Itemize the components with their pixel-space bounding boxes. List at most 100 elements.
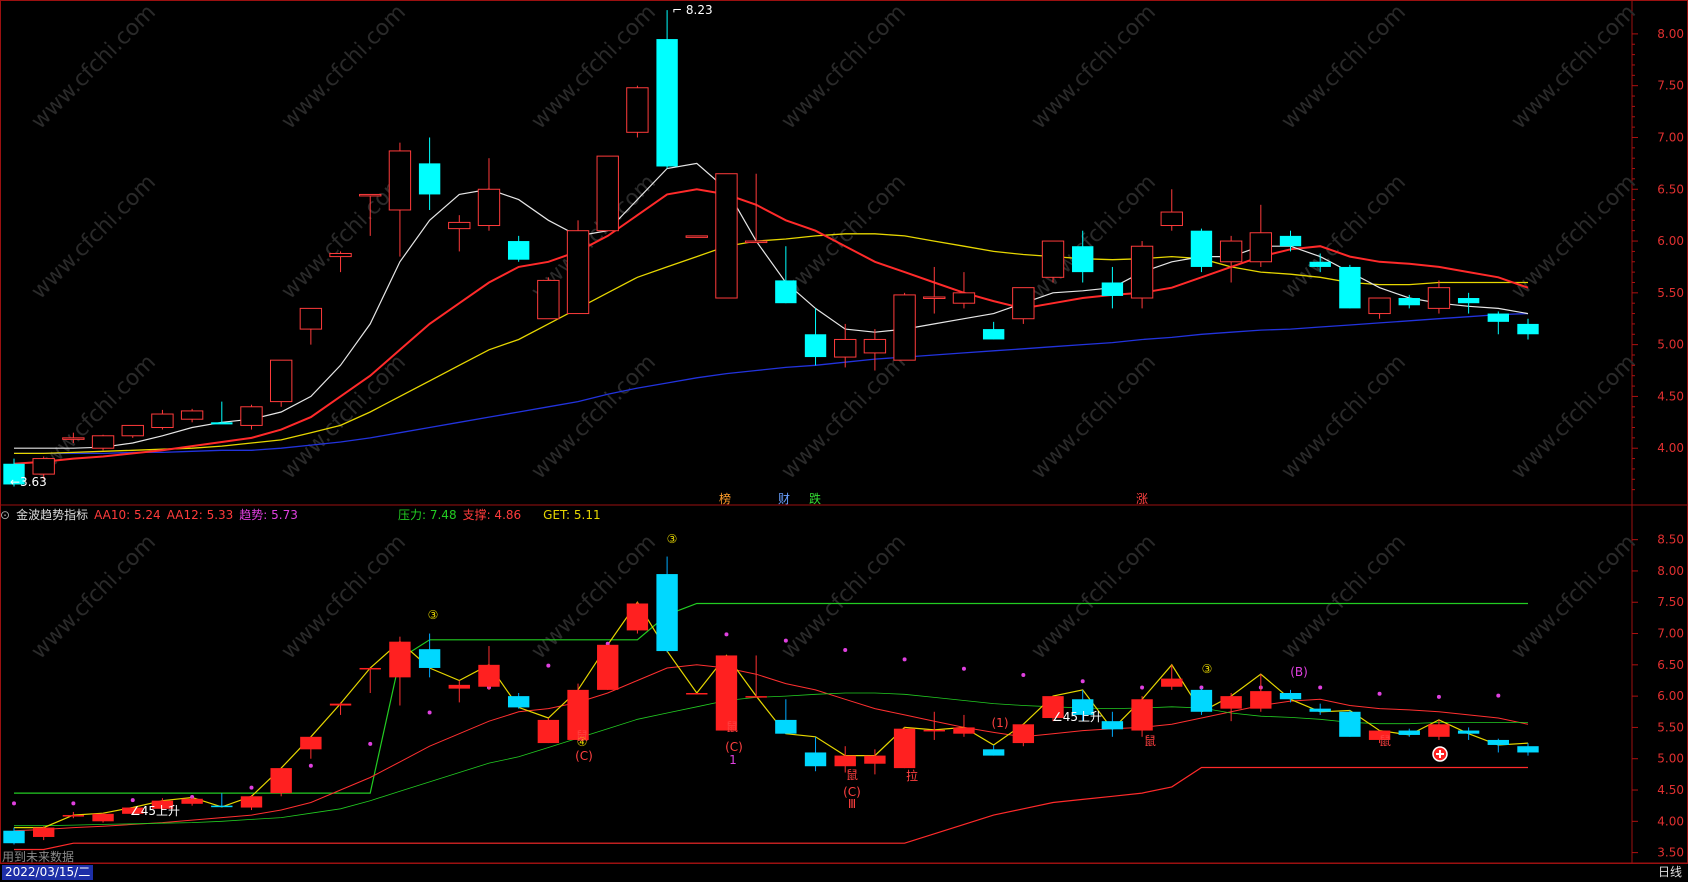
watermark-text: www.cfchi.com [1507,0,1641,134]
trend-dot [71,801,76,806]
trend-dot [724,632,729,637]
indicator-header-right: 压力: 7.48 支撑: 4.86 GET: 5.11 [398,506,607,524]
axis-label: 6.50 [1657,658,1684,672]
price-axis-top: 8.00 7.50 7.00 6.50 6.00 5.50 5.00 4.50 4.00 [1632,27,1684,491]
indicator-body [1190,689,1213,712]
indicator-label: ③ [667,532,678,546]
indicator-label: (C) [725,740,743,754]
candle-body [626,87,649,133]
axis-label: 6.00 [1657,689,1684,703]
candle-body [1130,245,1154,299]
candle-body [269,359,293,403]
candle-body [448,221,471,230]
candle-body [1041,240,1065,278]
candle-body [1487,313,1510,322]
axis-label: 8.50 [1657,533,1684,547]
aa10-value: AA10: 5.24 [94,508,161,522]
indicator-label: ③ [1202,662,1213,676]
axis-label: 6.00 [1657,234,1684,248]
indicator-body [418,649,441,668]
min-price-label: ←3.63 [10,475,47,489]
indicator-body [745,696,767,698]
indicator-body [923,729,945,732]
axis-label: 8.00 [1657,564,1684,578]
indicator-body [893,728,916,769]
indicator-label: ③ [428,608,439,622]
watermark-text: www.cfchi.com [777,0,911,134]
indicator-body [389,641,411,678]
watermark-text: www.cfchi.com [1507,170,1641,304]
indicator-label: 鼠 [726,720,738,734]
candle-body [1160,211,1183,227]
indicator-body [775,719,797,734]
candle-body [388,150,412,211]
indicator-label: 鼠 [1379,734,1391,748]
axis-label: 4.00 [1657,814,1684,828]
max-price-label: ⌐ 8.23 [672,3,713,17]
ma60-line [14,312,1529,455]
candle-body [982,329,1005,340]
period-label[interactable]: 日线 [1658,865,1682,880]
indicator-label: 1 [729,753,737,767]
candle-body [1457,298,1480,304]
watermark-text: www.cfchi.com [527,350,661,484]
collapse-icon[interactable]: ⊙ [0,508,10,522]
candle-body [804,334,827,358]
watermark-text: www.cfchi.com [277,0,411,134]
event-marker: 跌 [809,491,821,506]
watermark-text: www.cfchi.com [1027,350,1161,484]
watermark-text: www.cfchi.com [1277,530,1411,664]
trend-dot [961,666,966,671]
trend-dot [249,785,254,790]
candle-body [1339,266,1361,309]
axis-label: 4.50 [1657,389,1684,403]
candle-body [1427,287,1451,309]
candle-body [359,193,382,197]
indicator-body [1398,730,1420,735]
trend-dot [12,801,16,806]
indicator-label: 拉 [906,768,918,783]
candle-body [1279,235,1302,247]
candle-body [1368,297,1391,315]
axis-label: 8.00 [1657,27,1684,41]
watermark-text: www.cfchi.com [1277,0,1411,134]
indicator-label: (1) [992,716,1009,730]
watermark-text: www.cfchi.com [527,530,661,664]
indicator-body [448,684,470,689]
indicator-body [1012,724,1035,744]
axis-label: 7.50 [1657,595,1684,609]
trend-dot [783,638,788,643]
indicator-body [478,664,500,687]
indicator-body [1339,711,1361,737]
candle-body [656,39,678,167]
indicator-body [1161,678,1183,687]
candle-body [1398,298,1420,306]
axis-label: 6.50 [1657,182,1684,196]
candle-body [537,279,560,320]
indicator-label: (B) [1290,665,1308,679]
candle-body [685,235,708,238]
candle-body [180,410,204,420]
chart-canvas: www.cfchi.com www.cfchi.com www.cfchi.com w… [0,0,1688,881]
support-value: 支撑: 4.86 [462,508,522,522]
axis-label: 5.00 [1657,338,1684,352]
indicator-label: ∠45上升 [1052,710,1102,724]
axis-label: 5.50 [1657,286,1684,300]
candle-body [1190,230,1213,267]
indicator-body [686,693,708,695]
axis-label: 7.50 [1657,79,1684,93]
candle-body [299,307,323,330]
candle-body [240,406,263,426]
axis-label: 5.50 [1657,720,1684,734]
indicator-body [537,719,560,744]
indicator-body [300,736,322,750]
indicator-body [1279,693,1302,700]
indicator-body [1487,739,1510,745]
date-box[interactable]: 2022/03/15/二 [2,865,94,880]
indicator-body [240,796,263,808]
candle-body [923,296,946,299]
candle-body [91,435,115,449]
indicator-body [1457,730,1480,734]
indicator-label: 鼠 [846,768,858,782]
indicator-body [62,815,85,817]
